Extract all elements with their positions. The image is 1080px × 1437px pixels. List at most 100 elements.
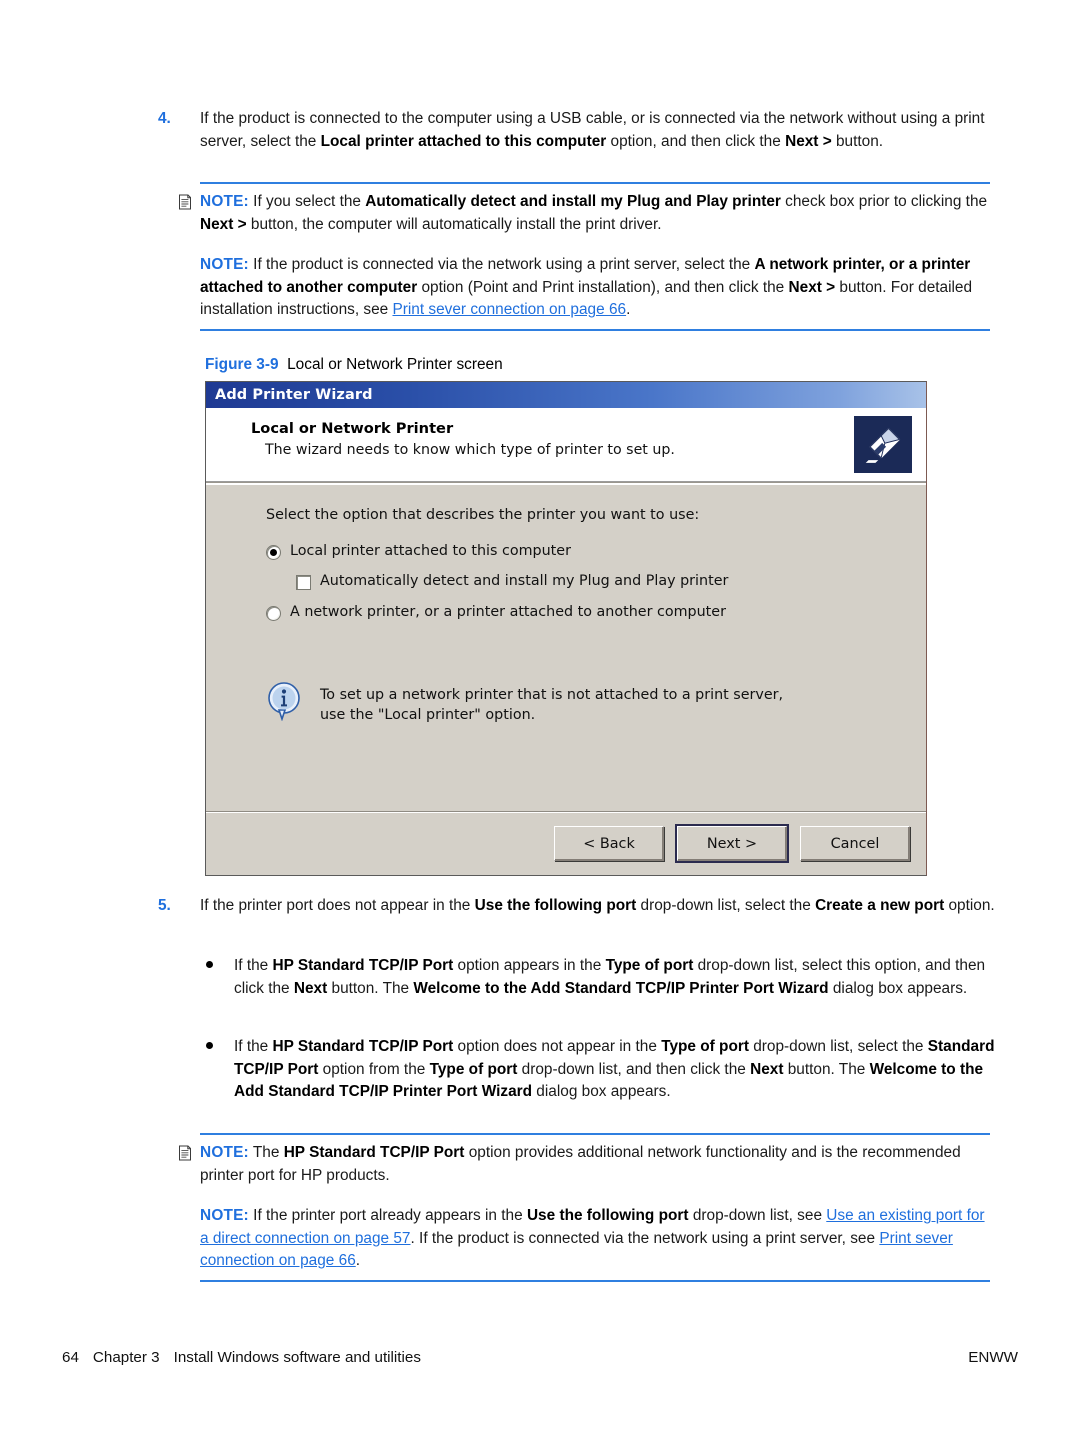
back-button[interactable]: < Back xyxy=(554,826,664,861)
note-2-paragraph: NOTE: If the product is connected via th… xyxy=(200,254,990,322)
radio-indicator-local[interactable] xyxy=(266,545,281,560)
figure-label: Figure 3-9 xyxy=(205,356,279,373)
dialog-header-title: Local or Network Printer xyxy=(251,420,454,437)
step-4-number: 4. xyxy=(158,110,171,127)
note-1-b2: Next > xyxy=(200,215,247,233)
note-4-t1: If the printer port already appears in t… xyxy=(248,1207,527,1225)
checkbox-auto-detect[interactable]: Automatically detect and install my Plug… xyxy=(266,573,926,590)
bullet-item-1: If the HP Standard TCP/IP Port option ap… xyxy=(200,955,995,1000)
add-printer-wizard-dialog: Add Printer Wizard Local or Network Prin… xyxy=(205,381,927,876)
bullet-2-t3: drop-down list, select the xyxy=(748,1038,928,1055)
page-footer: 64 Chapter 3 Install Windows software an… xyxy=(62,1349,1018,1366)
document-page: 4. If the product is connected to the co… xyxy=(0,0,1080,1437)
dialog-info-line-1: To set up a network printer that is not … xyxy=(320,687,784,703)
dialog-prompt: Select the option that describes the pri… xyxy=(266,507,700,523)
note-1-b1: Automatically detect and install my Plug… xyxy=(365,193,781,210)
note-icon xyxy=(178,194,192,210)
note-3-label: NOTE: xyxy=(200,1144,249,1161)
bullet-1-b2: Type of port xyxy=(605,957,694,974)
note-icon xyxy=(178,1145,192,1161)
note-2-t2: option (Point and Print installation), a… xyxy=(417,278,789,296)
bullet-2-t6: button. The xyxy=(783,1060,870,1078)
dialog-info-text: To set up a network printer that is not … xyxy=(320,685,783,725)
note-1-t1: If you select the xyxy=(248,193,366,210)
bullet-1-t1: If the xyxy=(234,957,273,974)
figure-caption: Figure 3-9 Local or Network Printer scre… xyxy=(205,355,503,375)
step-5-number: 5. xyxy=(158,897,171,914)
note-3-t1: The xyxy=(248,1144,284,1161)
step-5-t1: If the printer port does not appear in t… xyxy=(200,897,475,914)
note-4-label: NOTE: xyxy=(200,1207,249,1225)
bullet-2-text: If the HP Standard TCP/IP Port option do… xyxy=(234,1036,995,1104)
bullet-1-b3: Next xyxy=(293,979,328,997)
step-5-b1: Use the following port xyxy=(474,897,637,914)
dialog-titlebar: Add Printer Wizard xyxy=(206,382,926,408)
checkbox-indicator-auto-detect[interactable] xyxy=(296,575,311,590)
page-number: 64 xyxy=(62,1349,79,1366)
note-3-b1: HP Standard TCP/IP Port xyxy=(283,1144,465,1161)
note-block-bottom: NOTE: The HP Standard TCP/IP Port option… xyxy=(179,1133,990,1282)
dialog-info-message: To set up a network printer that is not … xyxy=(266,681,783,725)
bullet-marker xyxy=(200,955,234,978)
dialog-button-row: < Back Next > Cancel xyxy=(554,824,910,863)
radio-network-printer[interactable]: A network printer, or a printer attached… xyxy=(266,604,926,621)
next-button[interactable]: Next > xyxy=(675,824,789,863)
info-icon xyxy=(266,681,302,722)
bullet-2-b5: Next xyxy=(750,1060,784,1078)
bullet-2-t5: drop-down list, and then click the xyxy=(517,1060,751,1078)
step-4-b1: Local printer attached to this computer xyxy=(320,132,607,150)
step-5: 5. If the printer port does not appear i… xyxy=(158,895,998,918)
step-4: 4. If the product is connected to the co… xyxy=(158,108,998,153)
dialog-body: Select the option that describes the pri… xyxy=(206,485,926,811)
checkbox-auto-detect-label: Automatically detect and install my Plug… xyxy=(320,573,729,589)
bullet-2-t1: If the xyxy=(234,1038,273,1055)
note-2-t4: . xyxy=(626,301,631,319)
dialog-header: Local or Network Printer The wizard need… xyxy=(206,408,926,482)
bullet-2-t2: option does not appear in the xyxy=(453,1038,662,1055)
note-2-b2: Next > xyxy=(788,278,836,296)
bullet-1-b4: Welcome to the Add Standard TCP/IP Print… xyxy=(413,979,829,997)
chapter-label: Chapter 3 xyxy=(92,1349,160,1366)
note-1-paragraph: NOTE: If you select the Automatically de… xyxy=(200,191,990,236)
bullet-marker xyxy=(200,1036,234,1059)
step-4-t2: option, and then click the xyxy=(606,132,786,150)
step-4-t3: button. xyxy=(831,132,884,150)
step-5-t3: option. xyxy=(944,897,995,914)
bullet-1-text: If the HP Standard TCP/IP Port option ap… xyxy=(234,955,995,1000)
step-4-text: If the product is connected to the compu… xyxy=(200,108,998,153)
note-4-b1: Use the following port xyxy=(526,1207,689,1225)
radio-local-printer[interactable]: Local printer attached to this computer xyxy=(266,543,926,560)
note-bottom-rule xyxy=(200,1279,990,1282)
note-4-paragraph: NOTE: If the printer port already appear… xyxy=(200,1205,990,1273)
note-2-link[interactable]: Print sever connection on page 66 xyxy=(392,301,626,318)
page-footer-left: 64 Chapter 3 Install Windows software an… xyxy=(62,1349,421,1366)
bullet-1-t5: dialog box appears. xyxy=(828,979,968,997)
note-1-t3: button, the computer will automatically … xyxy=(246,215,662,233)
step-4-b2: Next > xyxy=(785,132,832,150)
dialog-footer: < Back Next > Cancel xyxy=(206,811,926,875)
figure-caption-text: Local or Network Printer screen xyxy=(287,356,503,373)
note-1-label: NOTE: xyxy=(200,193,249,210)
bullet-2-b2: Type of port xyxy=(661,1038,749,1055)
note-1-t2: check box prior to clicking the xyxy=(780,193,988,210)
bullet-2-t4: option from the xyxy=(318,1060,430,1078)
bullet-2-b4: Type of port xyxy=(429,1060,518,1078)
cancel-button[interactable]: Cancel xyxy=(800,826,910,861)
step-5-text: If the printer port does not appear in t… xyxy=(200,895,998,918)
note-block-top: NOTE: If you select the Automatically de… xyxy=(179,182,990,331)
step-5-b2: Create a new port xyxy=(815,897,945,914)
bullet-item-2: If the HP Standard TCP/IP Port option do… xyxy=(200,1036,995,1104)
printer-icon xyxy=(854,416,912,473)
radio-indicator-network[interactable] xyxy=(266,606,281,621)
publisher-code: ENWW xyxy=(968,1349,1018,1366)
chapter-title: Install Windows software and utilities xyxy=(173,1349,421,1366)
bullet-1-t4: button. The xyxy=(327,979,414,997)
step-5-t2: drop-down list, select the xyxy=(636,897,816,914)
dialog-title-text: Add Printer Wizard xyxy=(215,387,373,403)
bullet-1-t2: option appears in the xyxy=(453,957,606,974)
bullet-2-b1: HP Standard TCP/IP Port xyxy=(272,1038,454,1055)
note-3-paragraph: NOTE: The HP Standard TCP/IP Port option… xyxy=(200,1142,990,1187)
dialog-header-subtitle: The wizard needs to know which type of p… xyxy=(265,442,675,458)
bullet-1-b1: HP Standard TCP/IP Port xyxy=(272,957,454,974)
note-4-t4: . xyxy=(355,1252,361,1270)
